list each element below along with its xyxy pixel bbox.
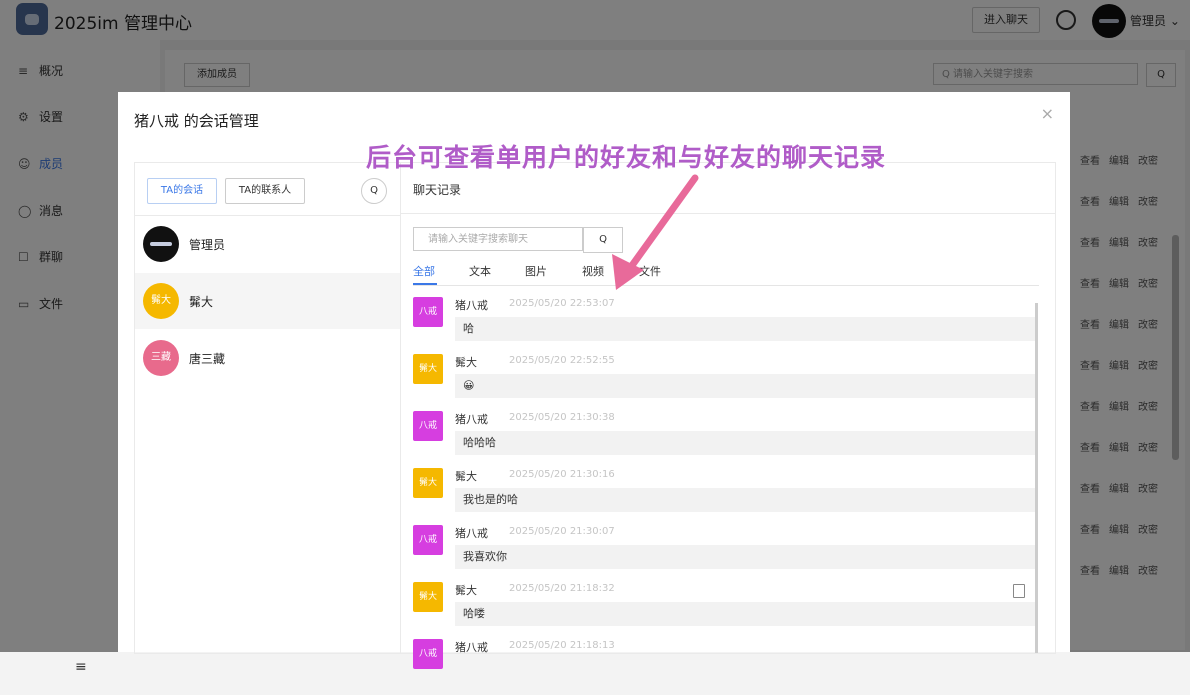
annotation-arrow — [612, 174, 699, 290]
sidebar-toggle-icon[interactable]: ≡ — [75, 659, 87, 675]
session-management-modal: 猪八戒 的会话管理 × TA的会话 TA的联系人 Q 管理员 髴大 髴大 三藏 唐三藏 … — [118, 92, 1070, 669]
